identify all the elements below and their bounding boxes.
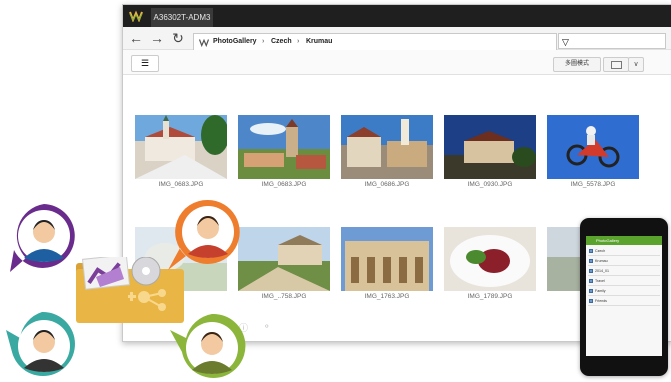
- refresh-icon: ↻: [172, 30, 184, 46]
- photo-caption: IMG_..758.JPG: [261, 293, 307, 300]
- photo-palace-facade: [341, 227, 433, 291]
- photo-caption: IMG_1789.JPG: [467, 293, 513, 300]
- user-avatar-orange: [168, 199, 240, 270]
- list-toggle-button[interactable]: ☰: [131, 55, 159, 72]
- filter-icon: ▽: [562, 37, 569, 47]
- photo-thumbnail[interactable]: [135, 115, 227, 179]
- list-icon: ☰: [140, 58, 150, 68]
- tablet-list-item[interactable]: Krumau: [588, 257, 660, 266]
- folder-icon: [589, 289, 593, 293]
- photo-caption: IMG_1763.JPG: [364, 293, 410, 300]
- photo-old-square: [341, 115, 433, 179]
- tablet-list-item[interactable]: Travel: [588, 277, 660, 286]
- photo-food-plate: [444, 227, 536, 291]
- photo-thumbnail[interactable]: [341, 115, 433, 179]
- breadcrumb-separator: ›: [297, 38, 300, 45]
- arrow-right-icon: →: [150, 30, 164, 46]
- photogallery-logo-icon: [129, 10, 143, 22]
- refresh-button[interactable]: ↻: [169, 29, 187, 47]
- thumbnail-view-icon: [611, 61, 622, 69]
- tablet-list-item[interactable]: Family: [588, 287, 660, 296]
- tablet-app-bar: PhotoGallery: [586, 236, 662, 245]
- window-tab[interactable]: A36302T-ADM3: [151, 8, 213, 27]
- user-avatar-green: [170, 313, 246, 378]
- photo-thumbnail[interactable]: [547, 115, 639, 179]
- user-avatar-teal: [6, 311, 75, 376]
- tablet-list-item[interactable]: Czech: [588, 247, 660, 256]
- forward-button[interactable]: →: [148, 29, 166, 47]
- photo-night-sky: [444, 115, 536, 179]
- tablet-list-item[interactable]: 2014_01: [588, 267, 660, 276]
- folder-icon: [589, 299, 593, 303]
- folder-icon: [589, 249, 593, 253]
- filter-input[interactable]: ▽: [558, 33, 666, 49]
- chevron-down-icon: ∨: [633, 61, 639, 68]
- breadcrumb: PhotoGallery › Czech › Krumau: [193, 33, 557, 51]
- photo-caption: IMG_0683.JPG: [158, 181, 204, 188]
- share-icon[interactable]: ⚬: [263, 321, 271, 332]
- photo-motocross: [547, 115, 639, 179]
- photo-church-town: [135, 115, 227, 179]
- photo-caption: IMG_0930.JPG: [467, 181, 513, 188]
- user-avatar-purple: [10, 204, 75, 272]
- folder-icon: [589, 259, 593, 263]
- view-dropdown-button[interactable]: ∨: [628, 57, 644, 72]
- multi-view-mode-button[interactable]: 多圖模式: [553, 57, 601, 72]
- photo-thumbnail[interactable]: [238, 115, 330, 179]
- arrow-left-icon: ←: [129, 30, 143, 46]
- breadcrumb-item-krumau[interactable]: Krumau: [306, 34, 332, 50]
- photo-thumbnail[interactable]: [341, 227, 433, 291]
- breadcrumb-item-czech[interactable]: Czech: [271, 34, 292, 50]
- photogallery-breadcrumb-icon: [198, 38, 210, 47]
- photo-palace-lawn: [238, 227, 330, 291]
- tablet-app-title: PhotoGallery: [596, 238, 620, 243]
- title-bar: A36302T-ADM3: [123, 5, 671, 27]
- photo-castle-hill: [238, 115, 330, 179]
- back-button[interactable]: ←: [127, 29, 145, 47]
- photo-thumbnail[interactable]: [238, 227, 330, 291]
- photo-caption: IMG_0686.JPG: [364, 181, 410, 188]
- tablet-list-item[interactable]: Friends: [588, 297, 660, 306]
- photo-thumbnail[interactable]: [444, 227, 536, 291]
- photo-caption: IMG_0683.JPG: [261, 181, 307, 188]
- view-mode-button[interactable]: [603, 57, 629, 72]
- photo-caption: IMG_5578.JPG: [570, 181, 616, 188]
- folder-icon: [589, 279, 593, 283]
- photo-thumbnail[interactable]: [444, 115, 536, 179]
- breadcrumb-item-photogallery[interactable]: PhotoGallery: [213, 34, 257, 50]
- breadcrumb-separator: ›: [262, 38, 265, 45]
- folder-icon: [589, 269, 593, 273]
